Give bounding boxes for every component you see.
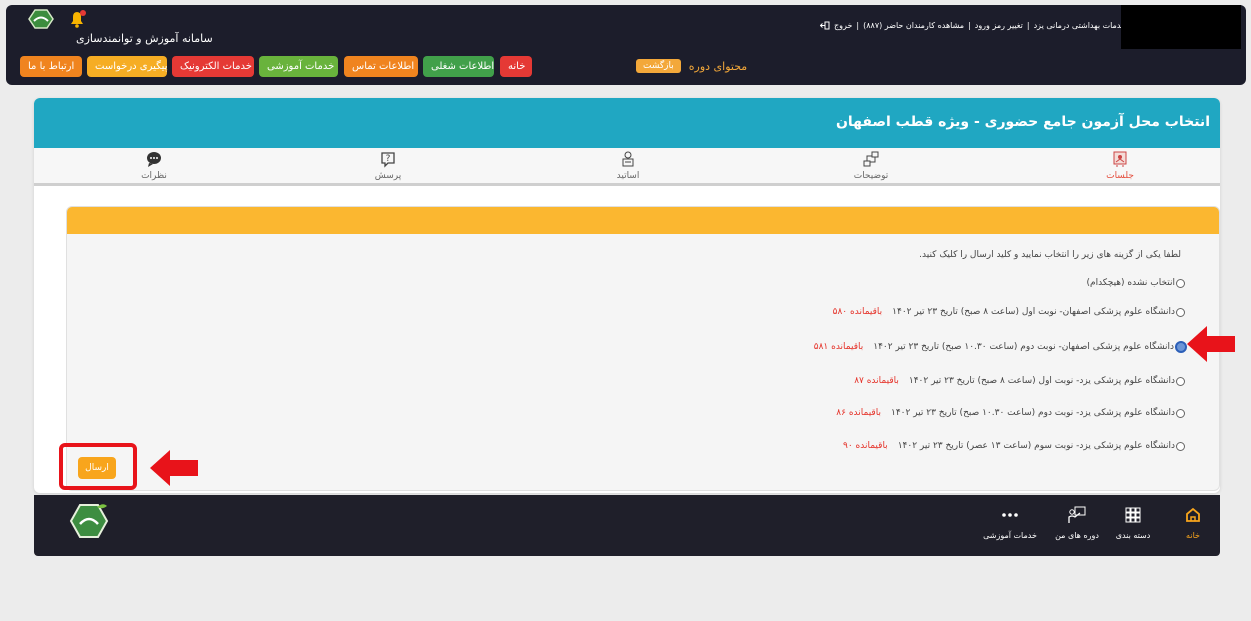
nav-home-button[interactable]: خانه bbox=[500, 56, 532, 77]
option-label: دانشگاه علوم پزشکی یزد- نوبت دوم (ساعت ۱… bbox=[890, 408, 1175, 418]
top-bar: سامانه آموزش و توانمندسازی خدمات بهداشتی… bbox=[6, 5, 1246, 49]
tab-description[interactable]: توضیحات bbox=[811, 150, 931, 181]
radio-button[interactable] bbox=[1176, 376, 1185, 386]
panel-header bbox=[67, 207, 1219, 234]
teachers-icon bbox=[622, 151, 634, 167]
site-title: سامانه آموزش و توانمندسازی bbox=[76, 32, 213, 45]
footer-education-services[interactable]: خدمات آموزشی bbox=[980, 505, 1040, 540]
page-title: انتخاب محل آزمون جامع حضوری - ویژه قطب ا… bbox=[835, 114, 1210, 130]
radio-button[interactable] bbox=[1176, 408, 1185, 418]
tab-comments-label: نظرات bbox=[141, 171, 167, 181]
nav-contact-us-button[interactable]: ارتباط با ما bbox=[20, 56, 82, 77]
footer-education-services-label: خدمات آموزشی bbox=[983, 531, 1037, 540]
logout-link[interactable]: خروج bbox=[834, 21, 852, 30]
radio-button[interactable] bbox=[1176, 441, 1185, 451]
option-isfahan-first[interactable]: دانشگاه علوم پزشکی اصفهان- نوبت اول (ساع… bbox=[833, 307, 1185, 317]
remaining-count: باقیمانده ۵۸۱ bbox=[813, 342, 864, 352]
option-none[interactable]: انتخاب نشده (هیچکدام) bbox=[1086, 278, 1185, 288]
nav-track-request-button[interactable]: پیگیری درخواست bbox=[87, 56, 167, 77]
remaining-count: باقیمانده ۸۶ bbox=[836, 408, 881, 418]
left-arrow-icon bbox=[150, 450, 198, 486]
course-content-bar: محتوای دوره بازگشت bbox=[636, 59, 747, 73]
nav-education-services-button[interactable]: خدمات آموزشی bbox=[259, 56, 338, 77]
user-menu: خدمات بهداشتی درمانی یزد | تغییر رمز ورو… bbox=[820, 21, 1126, 30]
left-arrow-icon bbox=[1187, 326, 1235, 362]
more-dots-icon bbox=[1002, 513, 1018, 517]
tab-teachers-label: اساتید bbox=[616, 171, 640, 181]
tab-comments[interactable]: نظرات bbox=[94, 150, 214, 181]
page: سامانه آموزش و توانمندسازی خدمات بهداشتی… bbox=[0, 0, 1251, 621]
instruction-text: لطفا یکی از گزینه های زیر را انتخاب نمای… bbox=[919, 250, 1181, 260]
option-label: انتخاب نشده (هیچکدام) bbox=[1086, 278, 1175, 288]
option-label: دانشگاه علوم پزشکی اصفهان- نوبت دوم (ساع… bbox=[873, 342, 1174, 352]
radio-button[interactable] bbox=[1176, 278, 1185, 288]
option-label: دانشگاه علوم پزشکی یزد- نوبت اول (ساعت ۸… bbox=[908, 376, 1175, 386]
highlight-box bbox=[59, 443, 137, 490]
home-icon bbox=[1186, 507, 1200, 522]
remaining-count: باقیمانده ۸۷ bbox=[854, 376, 899, 386]
radio-button[interactable] bbox=[1176, 307, 1185, 317]
description-icon bbox=[863, 151, 879, 167]
tab-question-label: پرسش bbox=[374, 171, 402, 181]
svg-text:?: ? bbox=[386, 154, 391, 164]
attendance-link[interactable]: مشاهده کارمندان حاضر (۸۸۷) bbox=[863, 21, 964, 30]
teacher-board-icon bbox=[1068, 506, 1086, 523]
footer-home[interactable]: خانه bbox=[1163, 505, 1223, 540]
tab-sessions[interactable]: جلسات bbox=[1060, 150, 1180, 181]
logout-icon[interactable] bbox=[820, 21, 830, 30]
user-account-box[interactable] bbox=[1121, 5, 1241, 49]
course-content-label: محتوای دوره bbox=[688, 59, 748, 73]
question-icon: ? bbox=[381, 152, 395, 168]
footer-my-courses[interactable]: دوره های من bbox=[1047, 505, 1107, 540]
sessions-icon bbox=[1113, 151, 1127, 167]
footer-categories-label: دسته بندی bbox=[1115, 531, 1151, 540]
tab-teachers[interactable]: اساتید bbox=[568, 150, 688, 181]
nav-bar: ارتباط با ما پیگیری درخواست خدمات الکترو… bbox=[6, 49, 1246, 85]
tab-sessions-label: جلسات bbox=[1106, 171, 1134, 181]
nav-e-services-button[interactable]: خدمات الکترونیک bbox=[172, 56, 254, 77]
footer-categories[interactable]: دسته بندی bbox=[1103, 505, 1163, 540]
brand bbox=[24, 8, 88, 30]
change-password-link[interactable]: تغییر رمز ورود bbox=[975, 21, 1023, 30]
comments-icon bbox=[147, 152, 161, 167]
remaining-count: باقیمانده ۵۸۰ bbox=[832, 307, 883, 317]
option-yazd-third[interactable]: دانشگاه علوم پزشکی یزد- نوبت سوم (ساعت ۱… bbox=[843, 441, 1185, 451]
remaining-count: باقیمانده ۹۰ bbox=[843, 441, 888, 451]
option-label: دانشگاه علوم پزشکی اصفهان- نوبت اول (ساع… bbox=[892, 307, 1175, 317]
option-yazd-second[interactable]: دانشگاه علوم پزشکی یزد- نوبت دوم (ساعت ۱… bbox=[836, 408, 1185, 418]
bell-icon[interactable] bbox=[66, 8, 88, 30]
radio-button-checked[interactable] bbox=[1175, 341, 1187, 353]
site-logo bbox=[28, 9, 54, 29]
card-header: انتخاب محل آزمون جامع حضوری - ویژه قطب ا… bbox=[34, 98, 1220, 148]
nav-job-info-button[interactable]: اطلاعات شغلی bbox=[423, 56, 494, 77]
nav-contact-info-button[interactable]: اطلاعات تماس bbox=[344, 56, 418, 77]
option-yazd-first[interactable]: دانشگاه علوم پزشکی یزد- نوبت اول (ساعت ۸… bbox=[854, 376, 1185, 386]
bottom-nav: خانه دسته بندی دوره های من خدمات آموزشی bbox=[34, 495, 1220, 556]
footer-home-label: خانه bbox=[1186, 531, 1200, 540]
grid-icon bbox=[1125, 507, 1141, 523]
tab-description-label: توضیحات bbox=[853, 171, 889, 181]
course-tabs: جلسات توضیحات اساتید ? پرسش نظرات bbox=[34, 148, 1220, 186]
footer-logo bbox=[69, 504, 109, 538]
services-link[interactable]: خدمات بهداشتی درمانی یزد bbox=[1034, 21, 1126, 30]
footer-my-courses-label: دوره های من bbox=[1055, 531, 1099, 540]
option-label: دانشگاه علوم پزشکی یزد- نوبت سوم (ساعت ۱… bbox=[897, 441, 1175, 451]
tab-question[interactable]: ? پرسش bbox=[328, 150, 448, 181]
option-isfahan-second[interactable]: دانشگاه علوم پزشکی اصفهان- نوبت دوم (ساع… bbox=[814, 341, 1187, 353]
back-button[interactable]: بازگشت bbox=[636, 59, 681, 73]
